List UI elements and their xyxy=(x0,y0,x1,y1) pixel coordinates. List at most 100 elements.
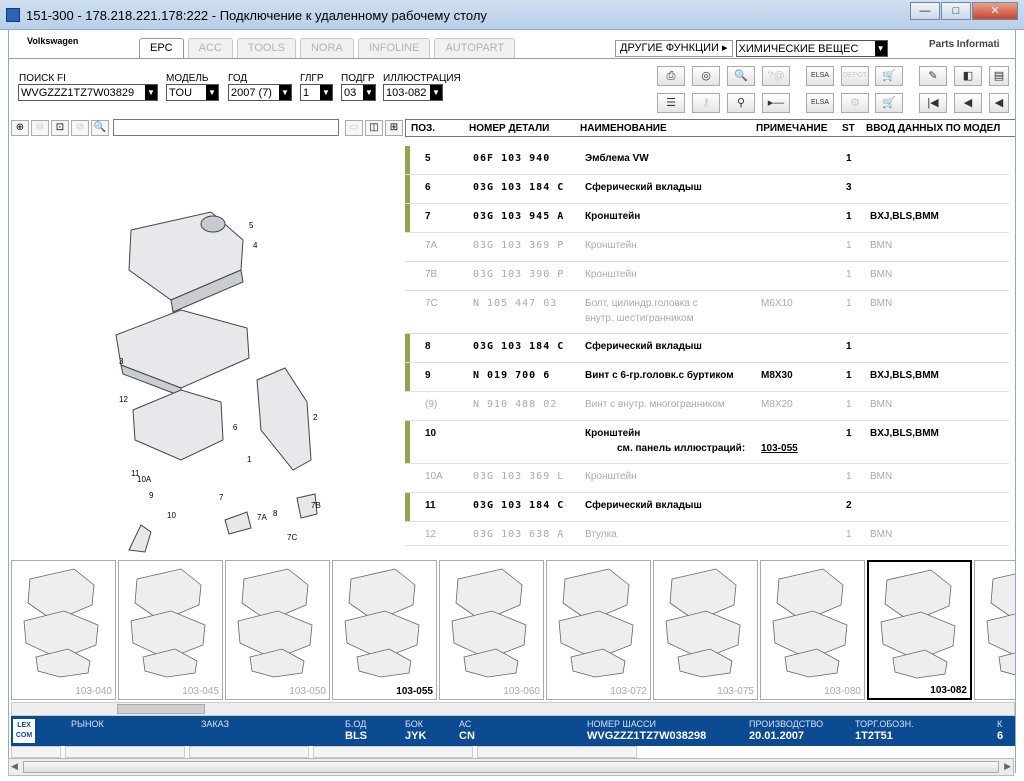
year-select[interactable]: 2007 (7) ▼ xyxy=(228,84,292,101)
thumbnail-item[interactable]: 103-040 xyxy=(11,560,116,700)
row-part-number[interactable]: N 105 447 03 xyxy=(473,298,557,309)
tab-nora[interactable]: NORA xyxy=(299,38,354,58)
thumbnail-item[interactable]: 103-050 xyxy=(225,560,330,700)
callout-label[interactable]: 8 xyxy=(273,509,278,518)
zoom-fit-icon[interactable]: ⊡ xyxy=(51,120,69,136)
callout-label[interactable]: 7 xyxy=(219,493,224,502)
thumbnail-item[interactable]: 103-082 xyxy=(867,560,972,700)
elsa2-icon[interactable]: ELSA xyxy=(806,93,834,113)
table-row[interactable]: 7 03G 103 945 A Кронштейн 1 BXJ,BLS,BMM xyxy=(405,204,1009,233)
list-icon[interactable]: ☰ xyxy=(657,93,685,113)
other-functions-label[interactable]: ДРУГИЕ ФУНКЦИИ ▸ xyxy=(615,40,733,57)
help-icon[interactable]: ?@ xyxy=(762,66,790,86)
maximize-button[interactable]: □ xyxy=(941,2,971,20)
row-part-number[interactable]: 03G 103 184 C xyxy=(473,341,564,352)
thumbnail-item[interactable] xyxy=(974,560,1015,700)
search-fi-select[interactable]: WVGZZZ1TZ7W03829 ▼ xyxy=(18,84,158,101)
thumbnail-item[interactable]: 103-045 xyxy=(118,560,223,700)
callout-label[interactable]: 9 xyxy=(149,491,154,500)
thumbnail-item[interactable]: 103-060 xyxy=(439,560,544,700)
thumbnail-item[interactable]: 103-072 xyxy=(546,560,651,700)
table-row[interactable]: 11 03G 103 184 C Сферический вкладыш 2 xyxy=(405,493,1009,522)
cart-add-icon[interactable]: 🛒 xyxy=(875,66,903,86)
depot-icon[interactable]: DEPOT xyxy=(841,66,869,86)
callout-label[interactable]: 2 xyxy=(313,413,318,422)
callout-label[interactable]: 4 xyxy=(253,241,258,250)
row-part-number[interactable]: 03G 103 638 A xyxy=(473,529,564,540)
scroll-right-icon[interactable]: ▶ xyxy=(1004,761,1011,772)
print-icon[interactable]: ⎙ xyxy=(657,66,685,86)
podgr-select[interactable]: 03 ▼ xyxy=(341,84,376,101)
table-row[interactable]: 7C N 105 447 03 Болт, цилиндр.головка с вну… xyxy=(405,291,1009,334)
thumbnail-item[interactable]: 103-055 xyxy=(332,560,437,700)
callout-label[interactable]: 1 xyxy=(247,455,252,464)
row-part-number[interactable]: 03G 103 184 C xyxy=(473,182,564,193)
window-scrollbar[interactable]: ◀ ▶ xyxy=(8,758,1014,776)
cart-icon[interactable]: 🛒 xyxy=(875,93,903,113)
table-row[interactable]: 8 03G 103 184 C Сферический вкладыш 1 xyxy=(405,334,1009,363)
table-row[interactable]: 5 06F 103 940 Эмблема VW 1 xyxy=(405,146,1009,175)
callout-label[interactable]: 7A xyxy=(257,513,267,522)
tab-autopart[interactable]: AUTOPART xyxy=(434,38,516,58)
magnifier-icon[interactable]: 🔍 xyxy=(91,120,109,136)
callout-label[interactable]: 10A xyxy=(137,475,152,484)
zoom-out-icon[interactable]: ⊖ xyxy=(31,120,49,136)
layout-icon[interactable]: ◫ xyxy=(365,120,383,136)
elsa-icon[interactable]: ELSA xyxy=(806,66,834,86)
split-icon[interactable]: ▭ xyxy=(345,120,363,136)
tab-infoline[interactable]: INFOLINE xyxy=(357,38,431,58)
car-search-icon[interactable]: 🔍 xyxy=(727,66,755,86)
cd-icon[interactable]: ◎ xyxy=(692,66,720,86)
row-part-number[interactable]: N 910 488 02 xyxy=(473,399,557,410)
row-part-number[interactable]: 03G 103 369 L xyxy=(473,471,564,482)
callout-label[interactable]: 5 xyxy=(249,221,254,230)
grid-icon[interactable]: ⊞ xyxy=(385,120,403,136)
tab-acc[interactable]: ACC xyxy=(187,38,233,58)
thumbnail-item[interactable]: 103-075 xyxy=(653,560,758,700)
page-icon[interactable]: ▤ xyxy=(989,66,1009,86)
table-row[interactable]: 10A 03G 103 369 L Кронштейн 1 BMN xyxy=(405,464,1009,493)
callout-label[interactable]: 7C xyxy=(287,533,297,542)
zoom-reset-icon[interactable]: ⊘ xyxy=(71,120,89,136)
prev-icon[interactable]: ◀ xyxy=(954,93,982,113)
zoom-in-icon[interactable]: ⊕ xyxy=(11,120,29,136)
page-back-icon[interactable]: ◧ xyxy=(954,66,982,86)
table-row[interactable]: (9) N 910 488 02 Винт с внутр. многогранни… xyxy=(405,392,1009,421)
table-row[interactable]: 7A 03G 103 369 P Кронштейн 1 BMN xyxy=(405,233,1009,262)
panel-link[interactable]: 103-055 xyxy=(761,443,798,454)
glgr-select[interactable]: 1 ▼ xyxy=(300,84,333,101)
callout-label[interactable]: 12 xyxy=(119,395,128,404)
row-part-number[interactable]: 03G 103 390 P xyxy=(473,269,564,280)
chemicals-select[interactable]: ХИМИЧЕСКИЕ ВЕЩЕС ▼ xyxy=(735,40,888,57)
callout-label[interactable]: 7B xyxy=(311,501,321,510)
row-part-number[interactable]: 06F 103 940 xyxy=(473,153,550,164)
row-part-number[interactable]: 03G 103 369 P xyxy=(473,240,564,251)
back-icon[interactable]: ◀ xyxy=(989,93,1009,113)
key-icon[interactable]: ⚷ xyxy=(692,93,720,113)
play-minus-icon[interactable]: ▸— xyxy=(762,93,790,113)
row-part-number[interactable]: 03G 103 945 A xyxy=(473,211,564,222)
row-part-number[interactable]: 03G 103 184 C xyxy=(473,500,564,511)
illustration-select[interactable]: 103-082 ▼ xyxy=(383,84,443,101)
thumbnail-scrollbar[interactable] xyxy=(11,702,1015,716)
row-part-number[interactable]: N 019 700 6 xyxy=(473,370,550,381)
tab-tools[interactable]: TOOLS xyxy=(236,38,296,58)
first-icon[interactable]: |◀ xyxy=(919,93,947,113)
callout-label[interactable]: 10 xyxy=(167,511,176,520)
illustration-panel[interactable]: 4 5 3 12 6 2 1 11 10A 10 9 7 7A 8 7B 7C xyxy=(11,140,403,556)
close-button[interactable]: ✕ xyxy=(972,2,1018,20)
scroll-left-icon[interactable]: ◀ xyxy=(11,761,18,772)
thumbnail-item[interactable]: 103-080 xyxy=(760,560,865,700)
pin-icon[interactable]: ✎ xyxy=(919,66,947,86)
table-row[interactable]: 6 03G 103 184 C Сферический вкладыш 3 xyxy=(405,175,1009,204)
illustration-search-input[interactable] xyxy=(113,119,339,136)
table-row[interactable]: 9 N 019 700 6 Винт с 6-гр.головк.с буртико… xyxy=(405,363,1009,392)
minimize-button[interactable]: — xyxy=(910,2,940,20)
depot2-icon[interactable]: ⚙ xyxy=(841,93,869,113)
table-row[interactable]: 12 03G 103 638 A Втулка 1 BMN xyxy=(405,522,1009,546)
tab-epc[interactable]: EPC xyxy=(139,38,184,58)
callout-label[interactable]: 3 xyxy=(119,357,124,366)
table-row[interactable]: 10 Кронштейн см. панель иллюстраций: 103-05… xyxy=(405,421,1009,464)
model-select[interactable]: TOU ▼ xyxy=(166,84,219,101)
callout-label[interactable]: 6 xyxy=(233,423,238,432)
